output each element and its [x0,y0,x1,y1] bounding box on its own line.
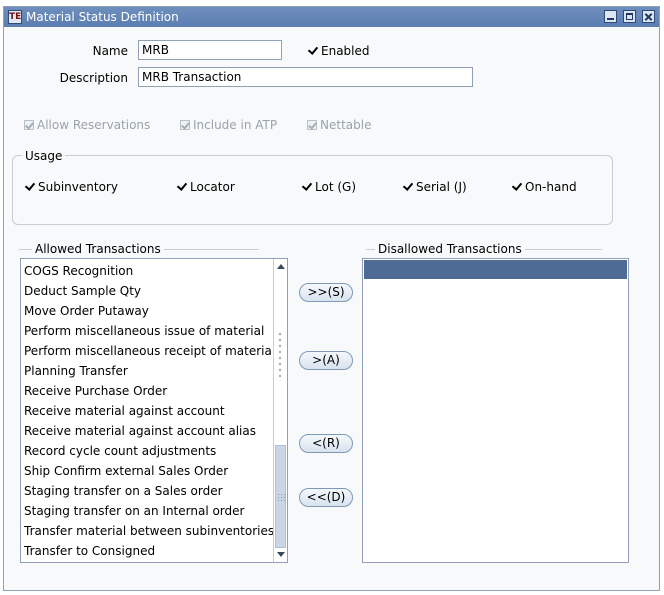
title-bar[interactable]: TE Material Status Definition [4,7,659,27]
grip-icon [278,500,285,501]
allowed-list-scrollbar[interactable] [273,259,287,562]
usage-lot-label: Lot (G) [315,180,356,194]
description-label: Description [59,71,128,85]
list-item[interactable]: Receive Purchase Order [24,381,167,401]
list-item[interactable]: Ship Confirm external Sales Order [24,461,228,481]
name-input[interactable] [138,40,282,60]
grip-icon [278,497,285,498]
checkbox-checked-icon [403,182,413,192]
maximize-icon[interactable] [623,10,637,23]
move-all-left-button[interactable]: <<(D) [299,488,353,507]
allow-reservations-checkbox[interactable]: Allow Reservations [24,118,150,132]
checkbox-checked-icon [307,120,317,130]
nettable-label: Nettable [320,118,372,132]
checkbox-checked-icon [308,46,318,56]
list-item[interactable]: Staging transfer on an Internal order [24,501,244,521]
list-item[interactable]: Receive material against account [24,401,225,421]
disallowed-transactions-list[interactable] [362,258,629,563]
description-input[interactable] [138,67,473,87]
usage-serial-label: Serial (J) [416,180,467,194]
scroll-thumb[interactable] [275,445,286,548]
window-title: Material Status Definition [26,10,179,24]
usage-subinventory-checkbox[interactable]: Subinventory [25,180,118,194]
name-label: Name [92,44,128,58]
enabled-label: Enabled [321,44,370,58]
window-controls [602,10,655,24]
include-in-atp-checkbox[interactable]: Include in ATP [180,118,277,132]
usage-locator-label: Locator [190,180,235,194]
move-all-right-button[interactable]: >>(S) [299,283,353,302]
checkbox-checked-icon [512,182,522,192]
list-item[interactable]: Staging transfer on a Sales order [24,481,223,501]
usage-lot-checkbox[interactable]: Lot (G) [302,180,356,194]
checkbox-checked-icon [302,182,312,192]
checkbox-checked-icon [177,182,187,192]
enabled-checkbox[interactable]: Enabled [308,44,370,58]
usage-onhand-checkbox[interactable]: On-hand [512,180,577,194]
usage-title: Usage [22,149,66,163]
material-status-window: TE Material Status Definition Name Enabl… [3,6,660,591]
move-right-button[interactable]: >(A) [299,351,353,370]
checkbox-checked-icon [25,182,35,192]
usage-serial-checkbox[interactable]: Serial (J) [403,180,467,194]
checkbox-checked-icon [180,120,190,130]
list-item[interactable]: Deduct Sample Qty [24,281,141,301]
list-item[interactable]: Receive material against account alias [24,421,256,441]
minimize-icon[interactable] [604,10,618,23]
usage-onhand-label: On-hand [525,180,577,194]
allow-reservations-label: Allow Reservations [37,118,151,132]
allowed-transactions-list[interactable]: COGS Recognition Deduct Sample Qty Move … [20,258,288,563]
selected-list-row[interactable] [364,260,627,279]
list-item[interactable]: Move Order Putaway [24,301,149,321]
usage-subinventory-label: Subinventory [38,180,118,194]
move-left-button[interactable]: <(R) [299,434,353,453]
close-icon[interactable] [642,10,655,23]
app-icon: TE [8,10,22,24]
list-item[interactable]: Record cycle count adjustments [24,441,216,461]
list-item[interactable]: Transfer material between subinventories [24,521,274,541]
list-item[interactable]: Planning Transfer [24,361,128,381]
splitter-grip-icon[interactable] [277,331,283,381]
list-item[interactable]: Perform miscellaneous receipt of materia… [24,341,275,361]
include-in-atp-label: Include in ATP [193,118,278,132]
checkbox-checked-icon [24,120,34,130]
scroll-up-arrow-icon[interactable] [274,260,287,273]
allowed-title: Allowed Transactions [32,242,164,256]
scroll-down-arrow-icon[interactable] [274,548,287,561]
nettable-checkbox[interactable]: Nettable [307,118,371,132]
grip-icon [278,494,285,495]
list-item[interactable]: Transfer to Consigned [24,541,155,561]
usage-locator-checkbox[interactable]: Locator [177,180,235,194]
list-item[interactable]: Perform miscellaneous issue of material [24,321,264,341]
disallowed-title: Disallowed Transactions [375,242,525,256]
list-item[interactable]: COGS Recognition [24,261,133,281]
